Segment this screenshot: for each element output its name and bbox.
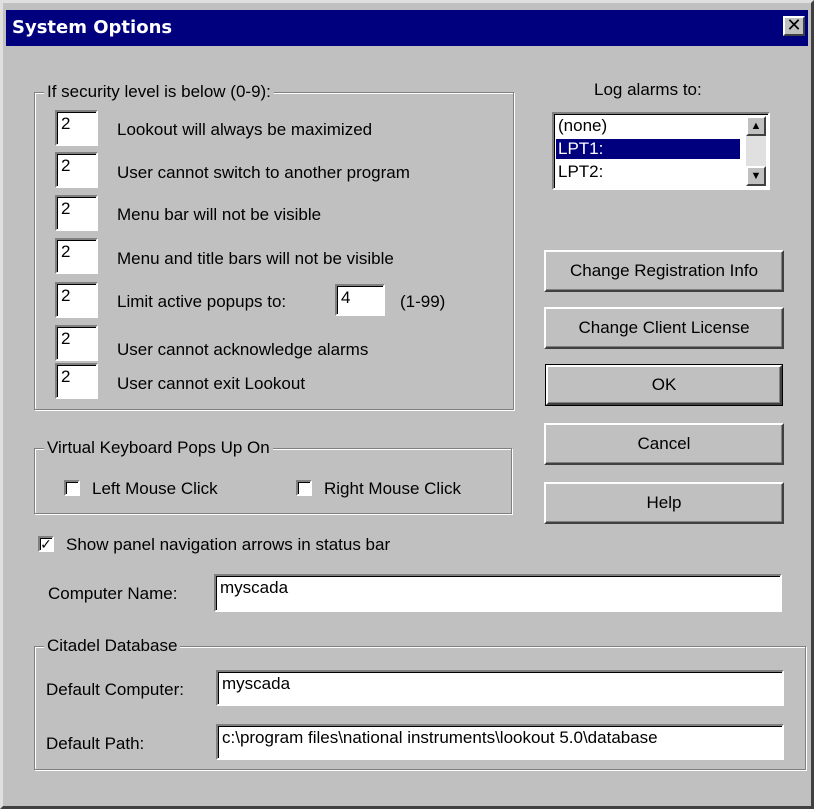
default-path-label: Default Path: (46, 734, 145, 753)
security-label-acknowledge: User cannot acknowledge alarms (117, 340, 369, 359)
security-label-menu-bar: Menu bar will not be visible (117, 205, 322, 224)
right-mouse-click-checkbox[interactable] (296, 480, 312, 496)
cancel-button[interactable]: Cancel (544, 423, 784, 465)
security-level-menu-bar-input[interactable]: 2 (55, 195, 98, 231)
computer-name-label: Computer Name: (48, 584, 178, 603)
log-alarms-listbox[interactable]: (none) LPT1: LPT2: ▲ ▼ (552, 112, 770, 190)
popup-limit-input[interactable]: 4 (335, 284, 385, 316)
left-mouse-click-label: Left Mouse Click (92, 479, 218, 498)
security-level-acknowledge-input[interactable]: 2 (55, 325, 98, 361)
log-alarms-option-none[interactable]: (none) (556, 116, 740, 136)
citadel-database-group-label: Citadel Database (44, 636, 181, 656)
log-alarms-option-lpt2[interactable]: LPT2: (556, 162, 740, 182)
security-level-popups-input[interactable]: 2 (55, 282, 98, 318)
security-group-label: If security level is below (0-9): (44, 82, 274, 102)
scroll-down-arrow-icon: ▼ (750, 170, 762, 182)
virtual-keyboard-group-label: Virtual Keyboard Pops Up On (44, 438, 273, 458)
title-bar[interactable]: System Options ✕ (6, 10, 808, 46)
change-client-license-button[interactable]: Change Client License (544, 307, 784, 349)
scroll-down-button[interactable]: ▼ (746, 166, 766, 186)
close-button[interactable]: ✕ (783, 16, 805, 36)
help-button[interactable]: Help (544, 482, 784, 524)
security-label-popups: Limit active popups to: (117, 292, 287, 311)
right-mouse-click-label: Right Mouse Click (324, 479, 461, 498)
default-computer-label: Default Computer: (46, 680, 184, 699)
close-icon: ✕ (786, 15, 802, 36)
left-mouse-click-checkbox[interactable] (64, 480, 80, 496)
scroll-up-button[interactable]: ▲ (746, 116, 766, 136)
show-nav-arrows-checkbox[interactable]: ✓ (38, 536, 54, 552)
security-label-switch-program: User cannot switch to another program (117, 163, 410, 182)
security-label-title-bars: Menu and title bars will not be visible (117, 249, 394, 268)
default-computer-input[interactable]: myscada (216, 670, 784, 706)
security-level-switch-program-input[interactable]: 2 (55, 152, 98, 188)
window-title: System Options (12, 17, 173, 38)
show-nav-arrows-label: Show panel navigation arrows in status b… (66, 535, 391, 554)
security-label-exit: User cannot exit Lookout (117, 374, 306, 393)
scroll-up-arrow-icon: ▲ (750, 120, 762, 132)
scrollbar-track[interactable] (746, 136, 766, 166)
default-path-input[interactable]: c:\program files\national instruments\lo… (216, 724, 784, 760)
security-label-maximized: Lookout will always be maximized (117, 120, 373, 139)
log-alarms-option-lpt1[interactable]: LPT1: (556, 139, 740, 159)
log-alarms-label: Log alarms to: (594, 80, 702, 99)
ok-button[interactable]: OK (545, 364, 783, 406)
change-registration-info-button[interactable]: Change Registration Info (544, 250, 784, 292)
security-level-title-bars-input[interactable]: 2 (55, 238, 98, 274)
computer-name-input[interactable]: myscada (214, 574, 782, 612)
security-level-exit-input[interactable]: 2 (55, 363, 98, 399)
checkmark-icon: ✓ (40, 536, 52, 552)
popup-limit-range: (1-99) (400, 292, 446, 311)
security-level-maximized-input[interactable]: 2 (55, 110, 98, 146)
